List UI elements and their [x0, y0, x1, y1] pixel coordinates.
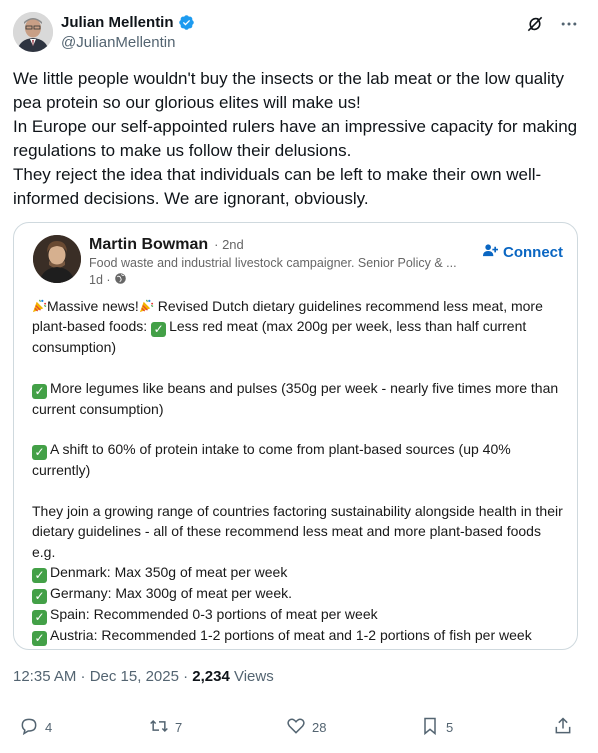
party-popper-icon: [32, 298, 47, 313]
check-mark-icon: ✓: [32, 609, 47, 625]
check-mark-icon: ✓: [32, 567, 47, 583]
check-mark-icon: ✓: [32, 630, 47, 646]
author-name[interactable]: Julian Mellentin: [61, 14, 174, 31]
country-text: Denmark: Max 350g of meat per week: [50, 563, 288, 580]
country-item: ✓ Spain: Recommended 0-3 portions of meat…: [32, 604, 567, 625]
country-text: Spain: Recommended 0-3 portions of meat …: [50, 605, 378, 622]
reply-button[interactable]: 4: [19, 716, 52, 739]
verified-badge-icon: [178, 14, 195, 31]
tweet-meta: 12:35 AM · Dec 15, 2025 · 2,234 Views: [13, 668, 274, 685]
connect-button: Connect: [483, 243, 563, 262]
check-mark-icon: ✓: [151, 322, 167, 338]
grok-icon[interactable]: [525, 14, 545, 34]
post-time-text: 1d ·: [89, 273, 111, 287]
party-popper-icon: [139, 298, 154, 313]
more-icon[interactable]: [559, 14, 579, 34]
country-text: Austria: Recommended 1-2 portions of mea…: [50, 626, 532, 643]
post-author-avatar: [33, 235, 81, 283]
tweet-line: In Europe our self-appointed rulers have…: [13, 117, 578, 160]
repost-icon: [149, 716, 169, 739]
legumes-text: More legumes like beans and pulses (350g…: [32, 379, 559, 417]
heart-icon: [286, 716, 306, 739]
bookmark-icon: [420, 716, 440, 739]
add-person-icon: [483, 243, 498, 262]
bookmark-button[interactable]: 5: [420, 716, 453, 739]
post-author-row: Martin Bowman · 2nd: [89, 236, 244, 254]
protein-text: A shift to 60% of protein intake to come…: [32, 441, 511, 479]
repost-button[interactable]: 7: [149, 716, 182, 739]
country-list: ✓ Denmark: Max 350g of meat per week ✓ Ger…: [32, 562, 567, 646]
share-button[interactable]: [553, 716, 573, 739]
like-button[interactable]: 28: [286, 716, 326, 739]
tweet-timestamp[interactable]: 12:35 AM · Dec 15, 2025 ·: [13, 668, 192, 685]
share-icon: [553, 716, 573, 739]
country-item: ✓ Denmark: Max 350g of meat per week: [32, 562, 567, 583]
intro-text-a: Massive news!: [47, 298, 139, 314]
country-text: Germany: Max 300g of meat per week.: [50, 584, 292, 601]
country-item: ✓ Austria: Recommended 1-2 portions of me…: [32, 625, 567, 646]
reply-icon: [19, 716, 39, 739]
connection-degree: · 2nd: [214, 237, 244, 252]
check-mark-icon: ✓: [32, 445, 47, 461]
author-avatar[interactable]: [13, 12, 53, 52]
post-intro: Massive news! Revised Dutch dietary guid…: [32, 296, 567, 358]
check-mark-icon: ✓: [32, 383, 47, 399]
tweet-header: Julian Mellentin @JulianMellentin: [13, 12, 585, 54]
tweet-line: We little people wouldn't buy the insect…: [13, 69, 565, 112]
connect-label: Connect: [503, 244, 563, 261]
post-timestamp: 1d ·: [89, 272, 127, 288]
tweet-text: We little people wouldn't buy the insect…: [13, 67, 578, 211]
tweet-line: They reject the idea that individuals ca…: [13, 165, 542, 208]
protein-item: ✓ A shift to 60% of protein intake to com…: [32, 439, 567, 480]
post-author-name: Martin Bowman: [89, 236, 209, 253]
views-count: 2,234: [192, 668, 230, 685]
globe-icon: [114, 272, 127, 288]
legumes-item: ✓ More legumes like beans and pulses (350…: [32, 378, 567, 419]
embedded-post-image[interactable]: Martin Bowman · 2nd Food waste and indus…: [13, 222, 578, 650]
like-count: 28: [312, 720, 327, 735]
check-mark-icon: ✓: [32, 588, 47, 604]
post-author-headline: Food waste and industrial livestock camp…: [89, 256, 457, 270]
reply-count: 4: [45, 720, 53, 735]
repost-count: 7: [175, 720, 183, 735]
post-body: Massive news! Revised Dutch dietary guid…: [32, 296, 567, 646]
action-bar: 4 7 28 5: [13, 716, 578, 742]
views-label: Views: [229, 668, 274, 685]
range-text: They join a growing range of countries f…: [32, 503, 563, 560]
bookmark-count: 5: [446, 720, 454, 735]
country-item: ✓ Germany: Max 300g of meat per week.: [32, 583, 567, 604]
author-handle[interactable]: @JulianMellentin: [61, 34, 175, 51]
header-icons: [525, 14, 579, 34]
range-paragraph: They join a growing range of countries f…: [32, 501, 567, 562]
author-name-row[interactable]: Julian Mellentin: [61, 14, 195, 31]
